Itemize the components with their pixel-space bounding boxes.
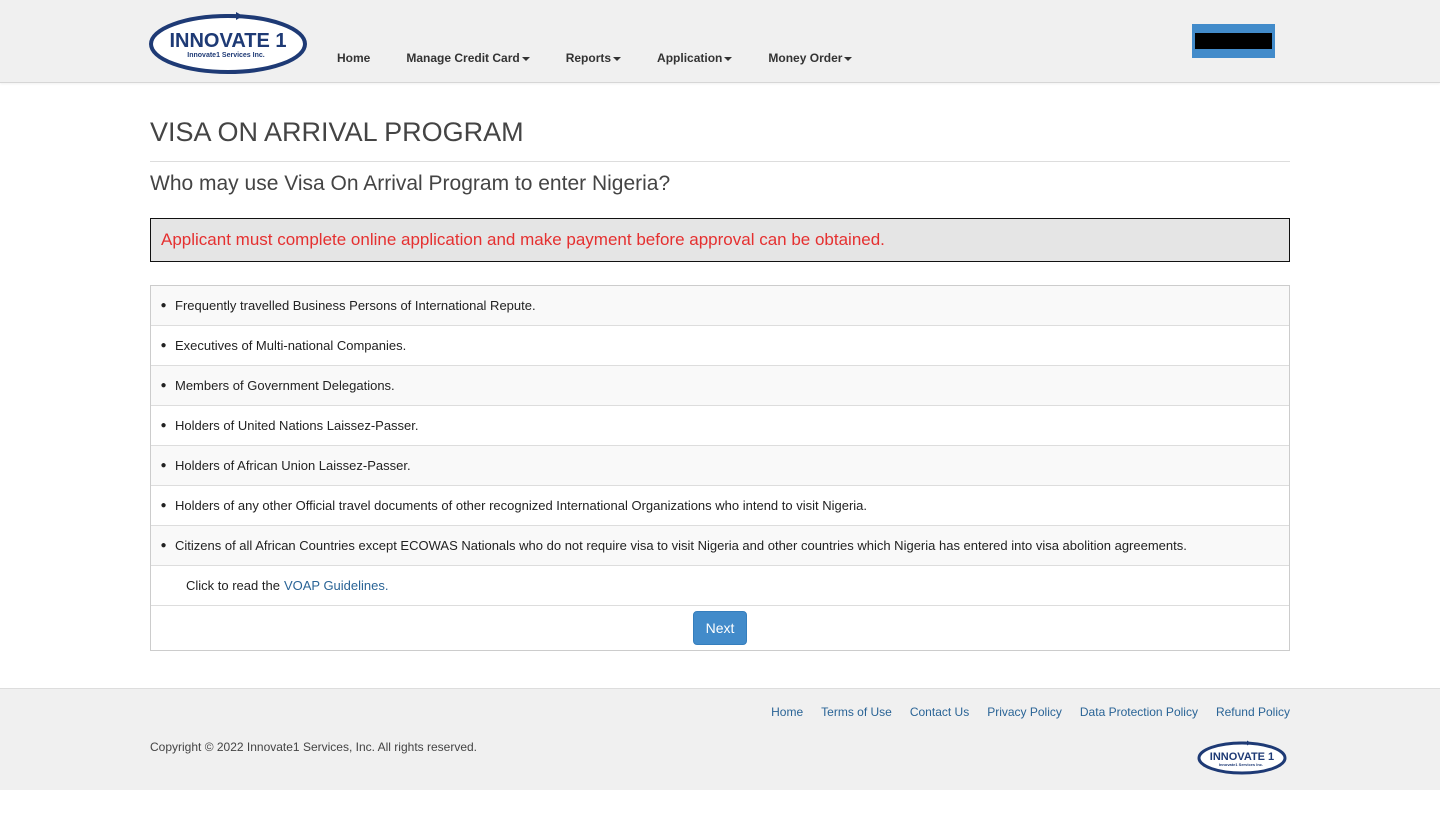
bullet-icon: ● — [160, 340, 167, 351]
list-item: ● Holders of any other Official travel d… — [151, 486, 1289, 526]
page-title: VISA ON ARRIVAL PROGRAM — [150, 117, 524, 147]
list-item: ● Executives of Multi-national Companies… — [151, 326, 1289, 366]
footer-link-refund[interactable]: Refund Policy — [1216, 705, 1290, 719]
main-nav: Home Manage Credit Card Reports Applicat… — [327, 50, 878, 66]
payment-alert: Applicant must complete online applicati… — [150, 218, 1290, 262]
caret-down-icon — [724, 56, 733, 61]
nav-manage-credit-card[interactable]: Manage Credit Card — [396, 50, 539, 66]
bullet-icon: ● — [160, 540, 167, 551]
caret-down-icon — [613, 56, 622, 61]
nav-reports[interactable]: Reports — [556, 50, 631, 66]
copyright-text: Copyright © 2022 Innovate1 Services, Inc… — [150, 740, 478, 754]
bullet-icon: ● — [160, 460, 167, 471]
footer-link-data-protection[interactable]: Data Protection Policy — [1080, 705, 1198, 719]
nav-money-order[interactable]: Money Order — [758, 50, 862, 66]
list-item: ● Frequently travelled Business Persons … — [151, 286, 1289, 326]
footer-logo: INNOVATE 1 Innovate1 Services Inc. — [1197, 740, 1287, 776]
caret-down-icon — [844, 56, 853, 61]
eligibility-table: ● Frequently travelled Business Persons … — [150, 285, 1290, 651]
footer-link-home[interactable]: Home — [771, 705, 803, 719]
list-item: ● Holders of United Nations Laissez-Pass… — [151, 406, 1289, 446]
logo-main-text: INNOVATE 1 — [169, 30, 286, 52]
footer-links: Home Terms of Use Contact Us Privacy Pol… — [771, 705, 1290, 719]
voap-guidelines-link[interactable]: VOAP Guidelines. — [284, 578, 389, 593]
guidelines-prefix: Click to read the — [186, 578, 280, 593]
footer-logo-sub-text: Innovate1 Services Inc. — [1219, 762, 1263, 767]
page-subtitle: Who may use Visa On Arrival Program to e… — [150, 172, 671, 195]
next-button[interactable]: Next — [693, 611, 747, 645]
logo-sub-text: Innovate1 Services Inc. — [187, 52, 264, 59]
title-divider — [150, 161, 1290, 162]
list-item: ● Holders of African Union Laissez-Passe… — [151, 446, 1289, 486]
caret-down-icon — [521, 56, 530, 61]
bullet-icon: ● — [160, 500, 167, 511]
user-menu-button[interactable] — [1192, 24, 1275, 58]
nav-home[interactable]: Home — [327, 50, 380, 66]
footer-link-contact[interactable]: Contact Us — [910, 705, 969, 719]
bullet-icon: ● — [160, 300, 167, 311]
footer-link-terms[interactable]: Terms of Use — [821, 705, 892, 719]
footer-link-privacy[interactable]: Privacy Policy — [987, 705, 1062, 719]
site-footer: Home Terms of Use Contact Us Privacy Pol… — [0, 688, 1440, 790]
action-row: Next — [151, 606, 1289, 651]
innovate1-logo[interactable]: INNOVATE 1 Innovate1 Services Inc. — [148, 12, 308, 76]
list-item: ● Citizens of all African Countries exce… — [151, 526, 1289, 566]
guidelines-row: Click to read the VOAP Guidelines. — [151, 566, 1289, 606]
top-navbar: INNOVATE 1 Innovate1 Services Inc. Home … — [0, 0, 1440, 83]
bullet-icon: ● — [160, 420, 167, 431]
list-item: ● Members of Government Delegations. — [151, 366, 1289, 406]
redacted-username — [1195, 33, 1272, 49]
bullet-icon: ● — [160, 380, 167, 391]
nav-application[interactable]: Application — [647, 50, 742, 66]
